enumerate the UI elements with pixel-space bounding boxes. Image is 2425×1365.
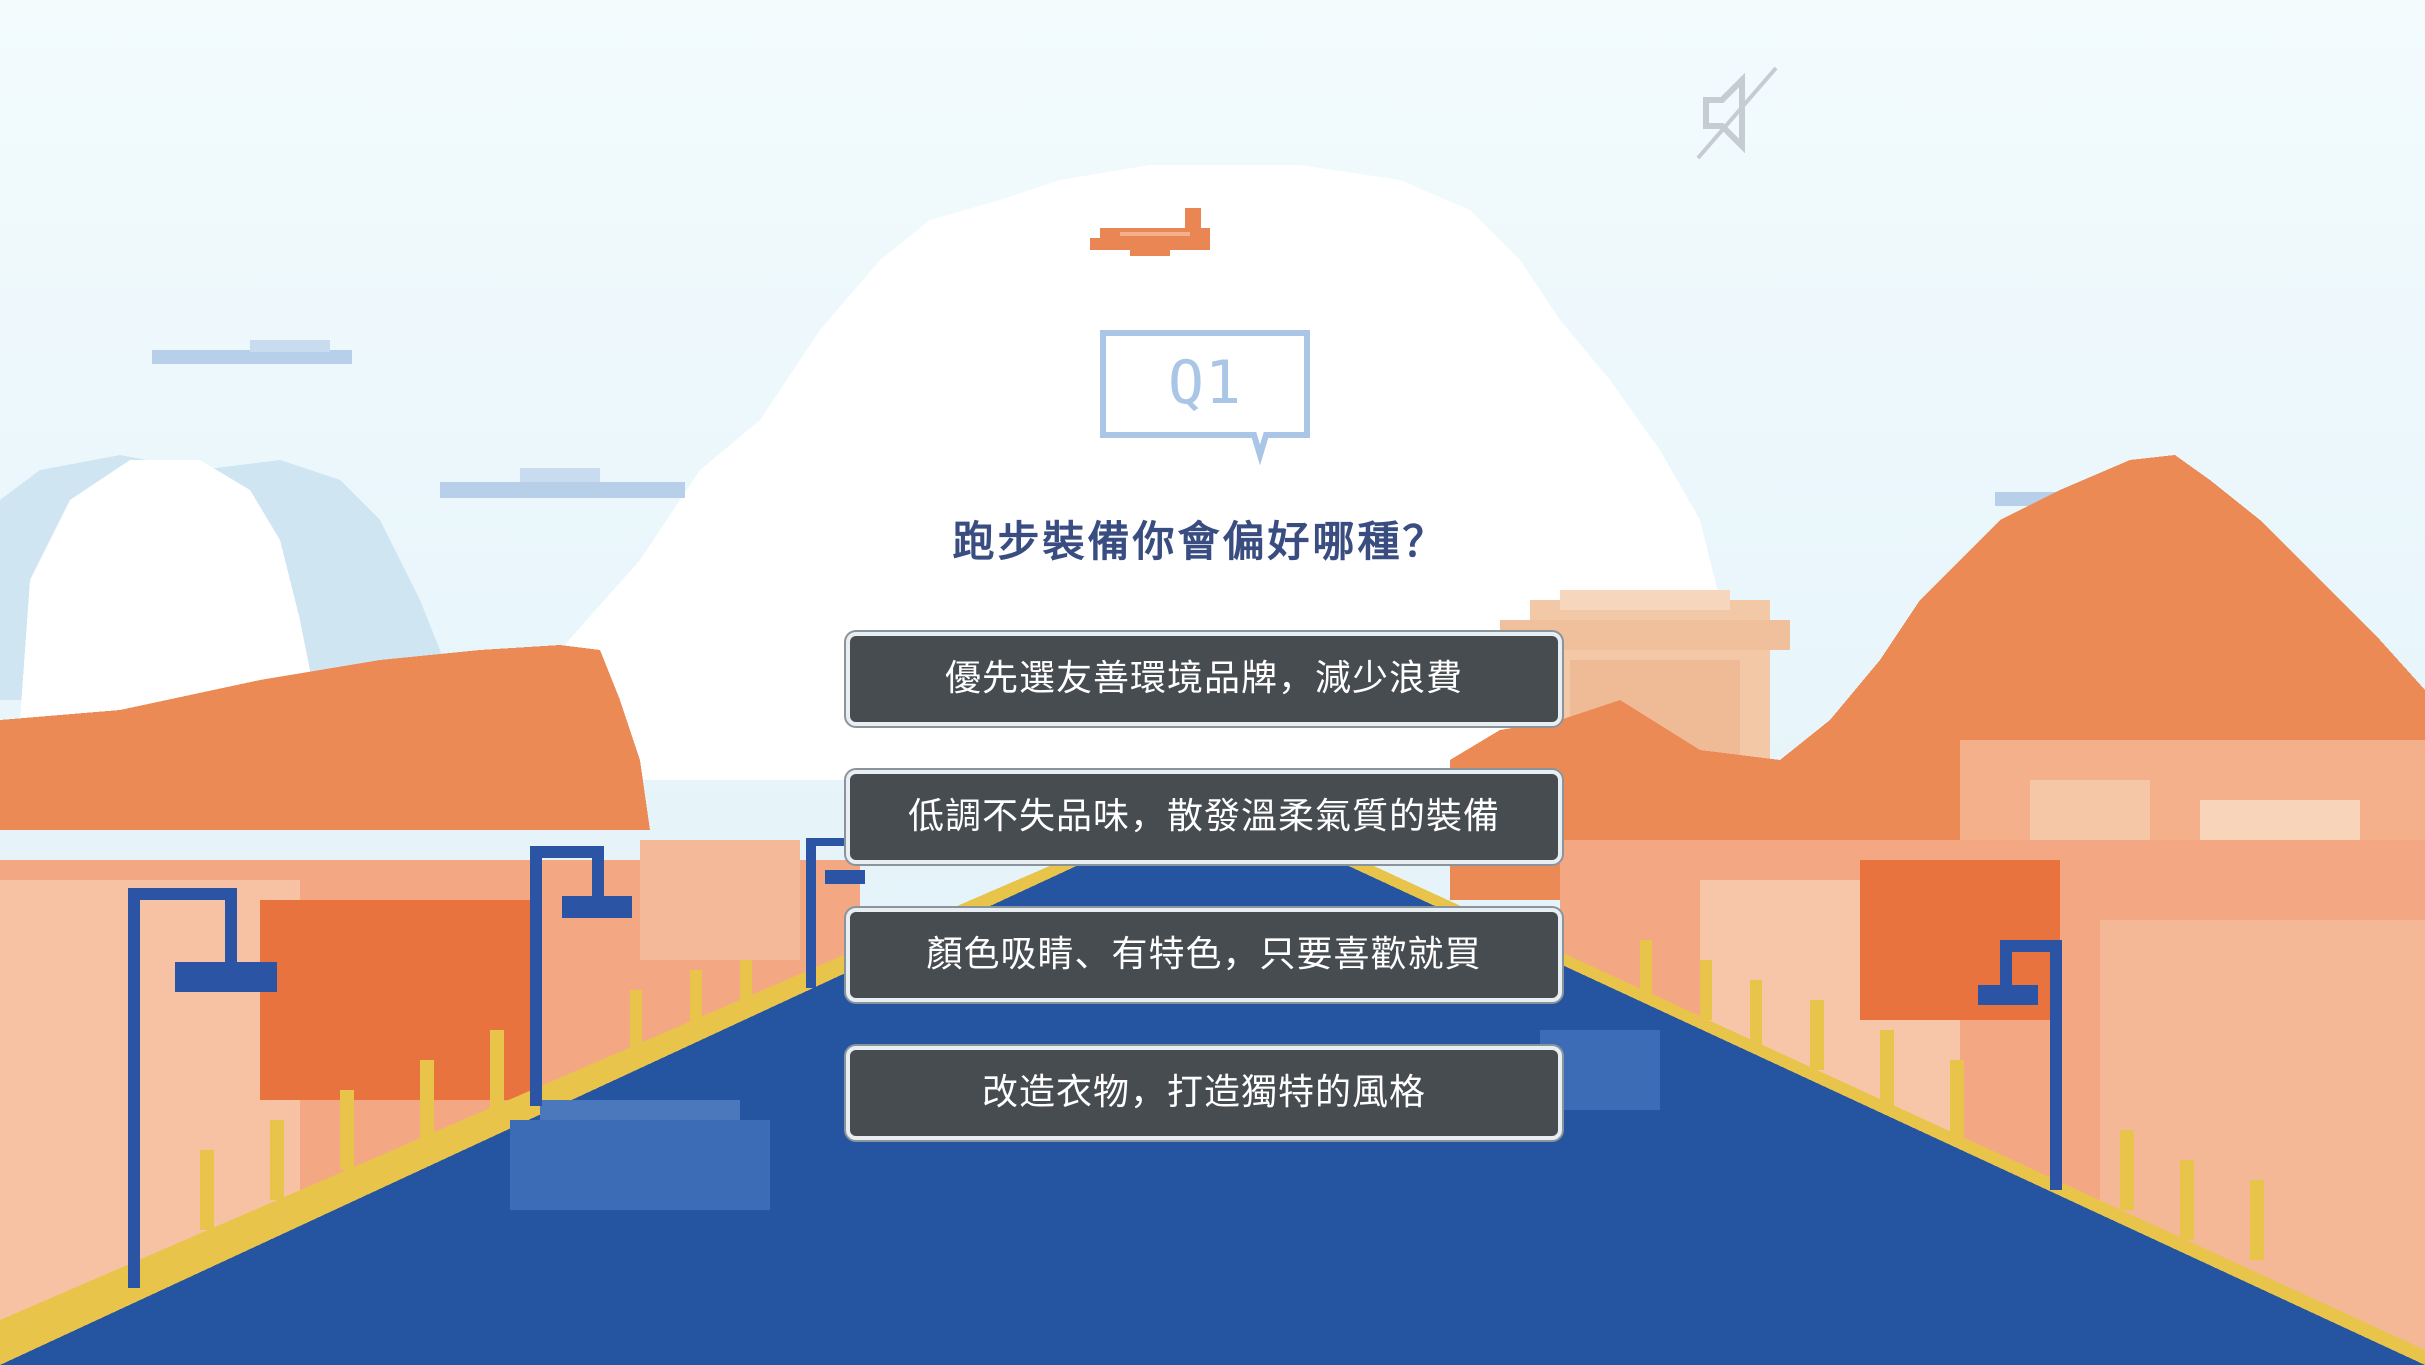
answer-option-4[interactable]: 改造衣物，打造獨特的風格 — [846, 1046, 1562, 1140]
question-text: 跑步裝備你會偏好哪種？ — [952, 517, 1448, 566]
sound-toggle-button[interactable] — [1688, 62, 1780, 162]
sky-cloud-2 — [440, 482, 685, 498]
question-number: Q1 — [1167, 348, 1243, 418]
answer-options: 優先選友善環境品牌，減少浪費 低調不失品味，散發溫柔氣質的裝備 顏色吸睛、有特色… — [846, 632, 1562, 1184]
answer-option-3[interactable]: 顏色吸睛、有特色，只要喜歡就買 — [846, 908, 1562, 1002]
answer-option-1[interactable]: 優先選友善環境品牌，減少浪費 — [846, 632, 1562, 726]
question-number-badge: Q1 — [1100, 330, 1310, 466]
answer-option-2[interactable]: 低調不失品味，散發溫柔氣質的裝備 — [846, 770, 1562, 864]
speaker-muted-icon — [1696, 66, 1778, 160]
sky-cloud-1 — [152, 350, 352, 364]
game-scene: Q1 跑步裝備你會偏好哪種？ 優先選友善環境品牌，減少浪費 低調不失品味，散發溫… — [0, 0, 2425, 1365]
